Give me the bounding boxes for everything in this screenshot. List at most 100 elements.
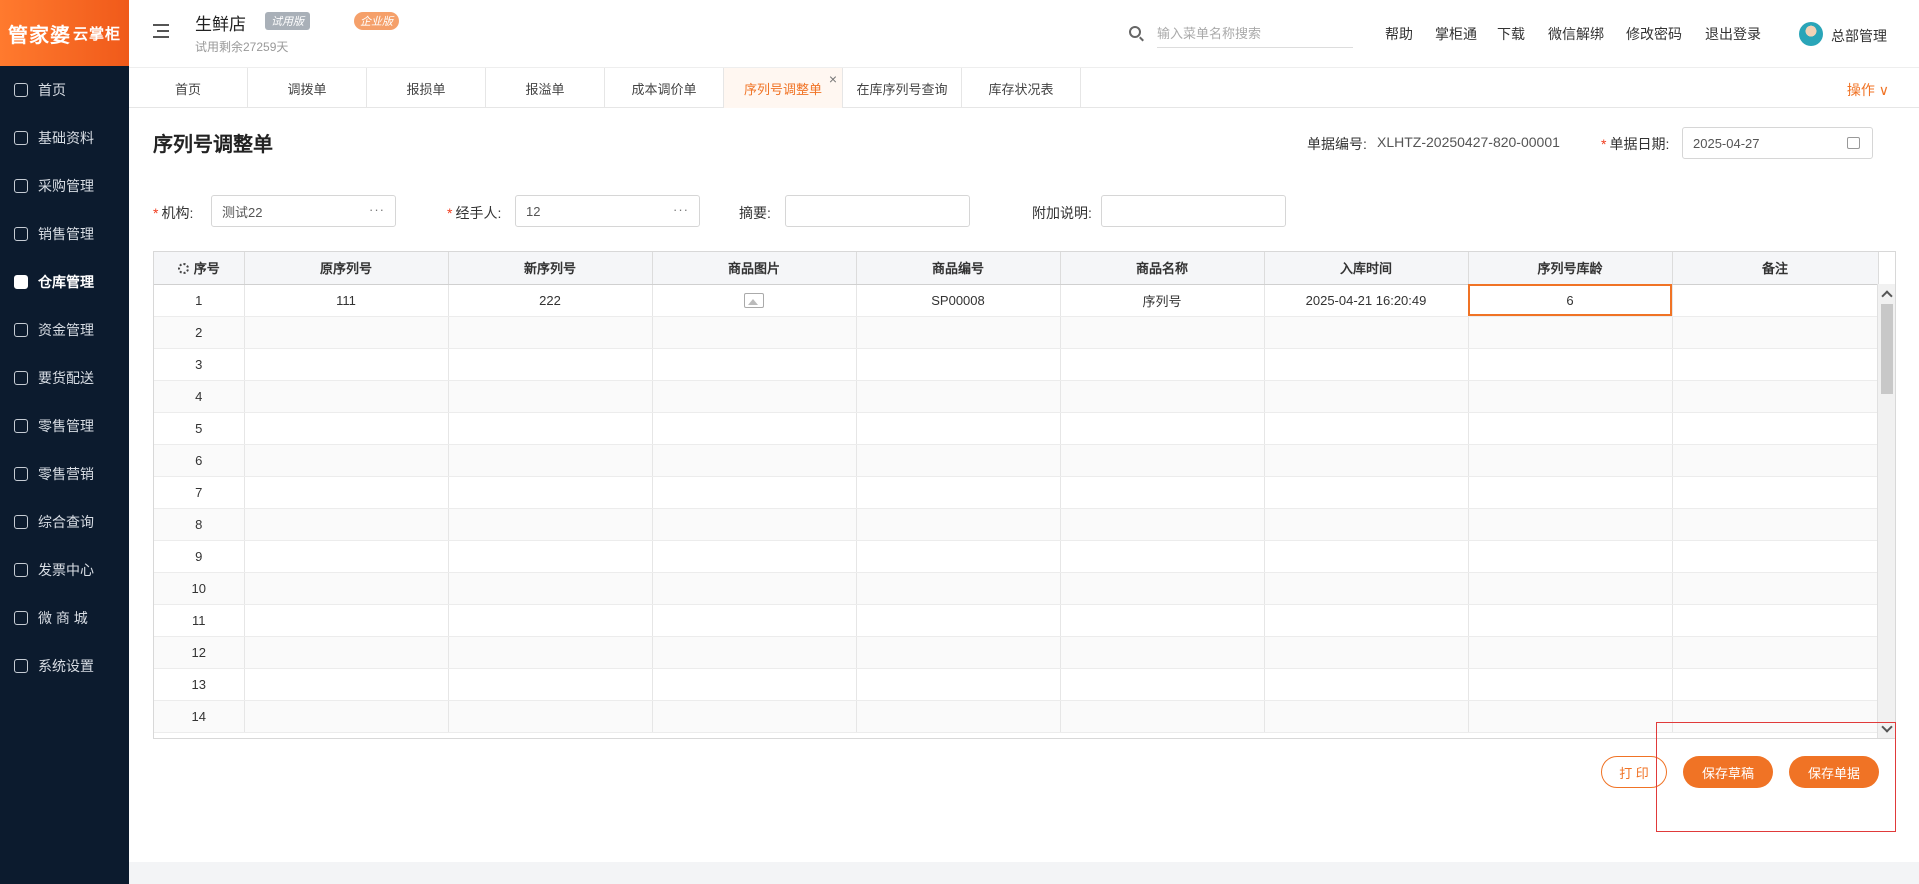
cell-remark[interactable] (1672, 476, 1879, 509)
cell-remark[interactable] (1672, 636, 1879, 669)
cell-code[interactable]: SP00008 (856, 284, 1061, 317)
scroll-up-icon[interactable] (1881, 290, 1893, 302)
cell-image[interactable] (652, 604, 857, 637)
table-row[interactable]: 10 (154, 572, 1879, 605)
cell-name[interactable] (1060, 476, 1265, 509)
cell-remark[interactable] (1672, 668, 1879, 701)
cell-old_sn[interactable] (244, 636, 449, 669)
cell-new_sn[interactable] (448, 604, 653, 637)
operations-menu[interactable]: 操作 ∨ (1847, 80, 1889, 100)
cell-name[interactable] (1060, 508, 1265, 541)
handler-field[interactable]: 12 ··· (515, 195, 700, 227)
cell-name[interactable] (1060, 540, 1265, 573)
cell-in_time[interactable] (1264, 380, 1469, 413)
wechat-unbind-link[interactable]: 微信解绑 (1548, 24, 1604, 44)
tab-2[interactable]: 报损单 (367, 68, 486, 108)
table-row[interactable]: 6 (154, 444, 1879, 477)
cell-code[interactable] (856, 380, 1061, 413)
cell-new_sn[interactable] (448, 444, 653, 477)
cell-remark[interactable] (1672, 348, 1879, 381)
cell-code[interactable] (856, 444, 1061, 477)
cell-code[interactable] (856, 604, 1061, 637)
cell-image[interactable] (652, 348, 857, 381)
cell-old_sn[interactable] (244, 604, 449, 637)
sidebar-item-home[interactable]: 基础资料 (0, 114, 129, 162)
cell-in_time[interactable] (1264, 636, 1469, 669)
cell-remark[interactable] (1672, 572, 1879, 605)
cell-remark[interactable] (1672, 508, 1879, 541)
cell-age[interactable] (1468, 572, 1673, 605)
cell-code[interactable] (856, 508, 1061, 541)
cell-in_time[interactable] (1264, 444, 1469, 477)
tab-7[interactable]: 库存状况表 (962, 68, 1081, 108)
scroll-thumb[interactable] (1881, 304, 1893, 394)
cell-new_sn[interactable] (448, 700, 653, 733)
sidebar-item-sales[interactable]: 销售管理 (0, 210, 129, 258)
cell-age[interactable]: 6 (1468, 284, 1673, 317)
cell-name[interactable] (1060, 380, 1265, 413)
cell-image[interactable] (652, 316, 857, 349)
cell-age[interactable] (1468, 540, 1673, 573)
cell-name[interactable] (1060, 572, 1265, 605)
cell-remark[interactable] (1672, 380, 1879, 413)
cell-code[interactable] (856, 636, 1061, 669)
cell-new_sn[interactable] (448, 572, 653, 605)
cell-name[interactable] (1060, 412, 1265, 445)
cell-old_sn[interactable] (244, 700, 449, 733)
cell-name[interactable] (1060, 700, 1265, 733)
cell-age[interactable] (1468, 348, 1673, 381)
cell-code[interactable] (856, 476, 1061, 509)
calendar-icon[interactable] (1847, 137, 1860, 149)
cell-new_sn[interactable] (448, 540, 653, 573)
cell-in_time[interactable] (1264, 572, 1469, 605)
cell-in_time[interactable] (1264, 412, 1469, 445)
cell-remark[interactable] (1672, 284, 1879, 317)
cell-code[interactable] (856, 348, 1061, 381)
sidebar-item-shop[interactable]: 微 商 城 (0, 594, 129, 642)
cell-name[interactable] (1060, 668, 1265, 701)
cell-new_sn[interactable] (448, 668, 653, 701)
table-row[interactable]: 12 (154, 636, 1879, 669)
cell-age[interactable] (1468, 316, 1673, 349)
cell-image[interactable] (652, 412, 857, 445)
cell-new_sn[interactable] (448, 380, 653, 413)
cell-new_sn[interactable] (448, 316, 653, 349)
cell-age[interactable] (1468, 636, 1673, 669)
change-password-link[interactable]: 修改密码 (1626, 24, 1682, 44)
sidebar-item-gift[interactable]: 零售营销 (0, 450, 129, 498)
table-row[interactable]: 9 (154, 540, 1879, 573)
cell-code[interactable] (856, 412, 1061, 445)
cell-age[interactable] (1468, 444, 1673, 477)
cell-age[interactable] (1468, 412, 1673, 445)
cell-in_time[interactable] (1264, 668, 1469, 701)
cell-old_sn[interactable] (244, 540, 449, 573)
cell-code[interactable] (856, 540, 1061, 573)
cell-image[interactable] (652, 700, 857, 733)
sidebar-item-globe[interactable]: 首页 (0, 66, 129, 114)
zhanggui-link[interactable]: 掌柜通 (1435, 24, 1477, 44)
cell-name[interactable] (1060, 444, 1265, 477)
logout-link[interactable]: 退出登录 (1705, 24, 1761, 44)
user-name[interactable]: 总部管理 (1831, 26, 1887, 46)
cell-name[interactable] (1060, 636, 1265, 669)
cell-age[interactable] (1468, 380, 1673, 413)
cell-image[interactable] (652, 540, 857, 573)
table-row[interactable]: 2 (154, 316, 1879, 349)
more-icon[interactable]: ··· (369, 202, 385, 217)
table-row[interactable]: 14 (154, 700, 1879, 733)
cell-image[interactable] (652, 572, 857, 605)
table-row[interactable]: 13 (154, 668, 1879, 701)
cell-new_sn[interactable] (448, 348, 653, 381)
sidebar-item-chart[interactable]: 综合查询 (0, 498, 129, 546)
cell-in_time[interactable]: 2025-04-21 16:20:49 (1264, 284, 1469, 317)
cell-in_time[interactable] (1264, 348, 1469, 381)
cell-image[interactable] (652, 476, 857, 509)
cell-age[interactable] (1468, 700, 1673, 733)
tab-3[interactable]: 报溢单 (486, 68, 605, 108)
org-field[interactable]: 测试22 ··· (211, 195, 396, 227)
cell-old_sn[interactable] (244, 476, 449, 509)
cell-old_sn[interactable]: 111 (244, 284, 449, 317)
cell-age[interactable] (1468, 508, 1673, 541)
cell-code[interactable] (856, 316, 1061, 349)
sidebar-item-warehouse[interactable]: 仓库管理 (0, 258, 129, 306)
